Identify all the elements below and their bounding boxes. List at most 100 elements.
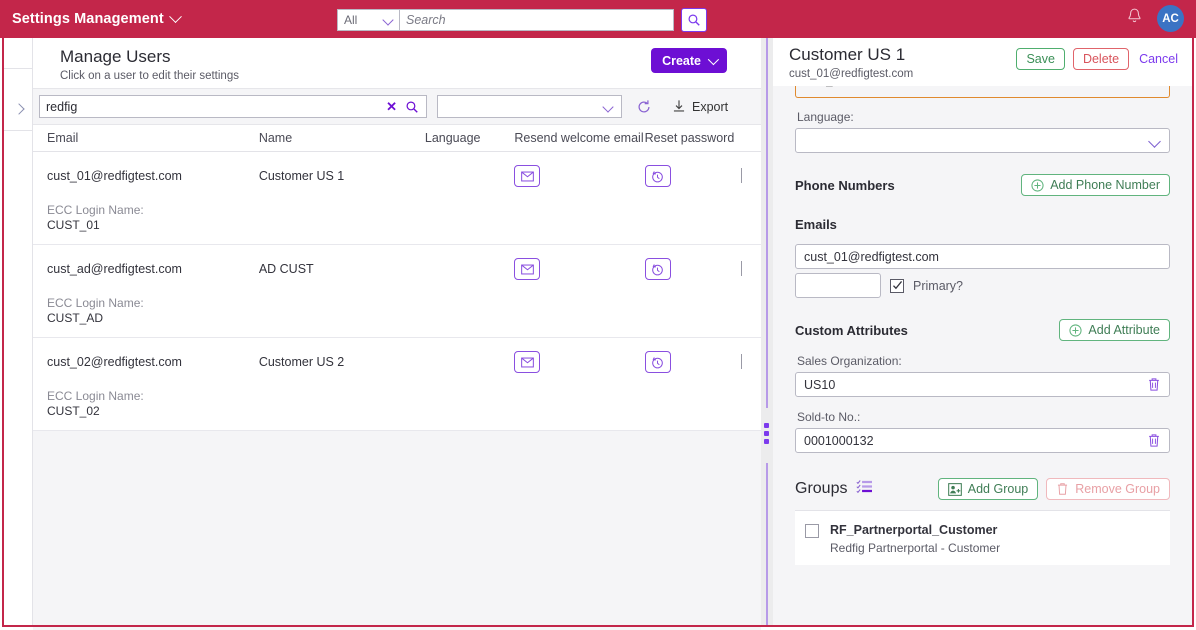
reset-password-button[interactable] [644, 258, 671, 280]
email-field-value: cust_01@redfigtest.com [804, 249, 939, 264]
rail-divider [4, 68, 33, 69]
add-attribute-button[interactable]: Add Attribute [1059, 319, 1170, 341]
users-toolbar: ✕ [33, 88, 761, 124]
ecc-login-label: ECC Login Name: [47, 296, 144, 310]
search-icon [406, 100, 418, 113]
table-row-detail: ECC Login Name: CUST_02 [47, 373, 761, 419]
expand-sidebar-button[interactable] [4, 96, 33, 122]
table-row[interactable]: cust_01@redfigtest.com Customer US 1 ECC… [33, 152, 761, 245]
table-row-main: cust_01@redfigtest.com Customer US 1 [47, 165, 761, 187]
attribute-field[interactable]: 0001000132 [795, 428, 1170, 453]
search-icon [688, 14, 700, 26]
primary-email-checkbox[interactable] [890, 278, 904, 293]
chevron-right-icon[interactable] [741, 354, 743, 369]
envelope-icon [521, 171, 534, 181]
email-secondary-row: Primary? [795, 273, 1170, 298]
ecc-login-value: CUST_AD [47, 311, 104, 325]
attribute-label: Sales Organization: [797, 354, 902, 368]
save-button[interactable]: Save [1016, 48, 1065, 70]
user-detail-panel: Customer US 1 cust_01@redfigtest.com Sav… [773, 38, 1192, 625]
attribute-value: US10 [804, 377, 836, 392]
email-field[interactable]: cust_01@redfigtest.com [795, 244, 1170, 269]
table-row-main: cust_ad@redfigtest.com AD CUST [47, 258, 761, 280]
detail-body: – Language: Phone Numbers Add Phone Numb… [773, 86, 1192, 625]
users-search-button[interactable] [403, 100, 426, 114]
attribute-value: 0001000132 [804, 433, 874, 448]
emails-title: Emails [795, 217, 837, 232]
panel-splitter[interactable] [761, 38, 773, 625]
cell-email: cust_ad@redfigtest.com [47, 262, 182, 276]
export-button[interactable]: Export [672, 99, 728, 114]
table-empty-area [33, 431, 761, 630]
users-search-group: ✕ [39, 95, 427, 118]
chevron-down-icon [602, 101, 614, 113]
clear-search-icon[interactable]: ✕ [380, 99, 403, 115]
attribute-field[interactable]: US10 [795, 372, 1170, 397]
splitter-line-top [766, 38, 768, 408]
language-label: Language: [797, 110, 854, 124]
add-attribute-label: Add Attribute [1088, 323, 1160, 337]
group-name: RF_Partnerportal_Customer [830, 523, 998, 537]
resend-welcome-email-button[interactable] [514, 258, 541, 280]
users-filter-select[interactable] [437, 95, 622, 118]
notifications-button[interactable] [1126, 7, 1143, 30]
groups-title: Groups [795, 480, 848, 497]
cancel-button[interactable]: Cancel [1137, 49, 1180, 69]
chevron-right-icon[interactable] [741, 261, 743, 276]
ecc-login-value: CUST_01 [47, 218, 100, 232]
table-row[interactable]: cust_ad@redfigtest.com AD CUST ECC Login… [33, 245, 761, 338]
table-row[interactable]: cust_02@redfigtest.com Customer US 2 ECC… [33, 338, 761, 431]
add-group-label: Add Group [967, 482, 1029, 496]
plus-circle-icon [1031, 178, 1044, 192]
reset-password-button[interactable] [644, 351, 671, 373]
column-header-language: Language [424, 131, 481, 145]
global-search-input[interactable] [399, 9, 674, 31]
list-item[interactable]: RF_Partnerportal_Customer Redfig Partner… [805, 523, 1170, 555]
delete-button[interactable]: Delete [1072, 48, 1130, 70]
envelope-icon [521, 264, 534, 274]
group-checkbox[interactable] [805, 524, 819, 538]
search-scope-select[interactable]: All [337, 9, 399, 31]
create-button[interactable]: Create [651, 48, 727, 73]
remove-group-button[interactable]: Remove Group [1046, 478, 1170, 500]
search-scope-value: All [344, 13, 358, 27]
refresh-icon [638, 99, 650, 112]
delete-attribute-button[interactable] [1147, 433, 1161, 451]
chevron-right-icon[interactable] [741, 168, 743, 183]
reset-password-button[interactable] [644, 165, 671, 187]
table-row-detail: ECC Login Name: CUST_AD [47, 280, 761, 326]
cell-name: Customer US 1 [258, 169, 345, 183]
splitter-drag-handle[interactable] [764, 423, 769, 444]
top-header-bar: Settings Management All Search AC [0, 0, 1196, 38]
avatar-initials: AC [1162, 12, 1179, 25]
cell-name: AD CUST [258, 262, 314, 276]
phone-numbers-section-header: Phone Numbers Add Phone Number [795, 174, 1170, 196]
language-select[interactable] [795, 128, 1170, 153]
users-table: Email Name Language Resend welcome email… [33, 124, 761, 630]
users-search-input[interactable] [40, 96, 381, 117]
scrolled-field-clipped[interactable]: – [795, 86, 1170, 98]
trash-icon [1149, 434, 1159, 447]
checklist-icon [856, 479, 873, 499]
delete-attribute-button[interactable] [1147, 377, 1161, 395]
panel-header: Manage Users Click on a user to edit the… [33, 38, 761, 88]
resend-welcome-email-button[interactable] [514, 165, 541, 187]
app-menu-button[interactable]: Settings Management [12, 9, 182, 27]
table-header-row: Email Name Language Resend welcome email… [33, 125, 761, 152]
attribute-label: Sold-to No.: [797, 410, 861, 424]
add-phone-number-button[interactable]: Add Phone Number [1021, 174, 1170, 196]
detail-actions: Save Delete Cancel [1016, 48, 1180, 70]
column-header-name: Name [258, 131, 293, 145]
envelope-icon [521, 357, 534, 367]
resend-welcome-email-button[interactable] [514, 351, 541, 373]
email-type-field[interactable] [795, 273, 881, 298]
global-search-button[interactable] [681, 8, 707, 32]
column-header-email: Email [47, 131, 79, 145]
chevron-down-icon [168, 9, 182, 23]
avatar[interactable]: AC [1157, 5, 1184, 32]
add-group-button[interactable]: Add Group [937, 478, 1039, 500]
refresh-button[interactable] [636, 99, 652, 115]
groups-section-header: Groups Add Group Remove Group [795, 478, 1170, 500]
reset-clock-icon [652, 263, 663, 275]
rail-divider [4, 130, 33, 131]
